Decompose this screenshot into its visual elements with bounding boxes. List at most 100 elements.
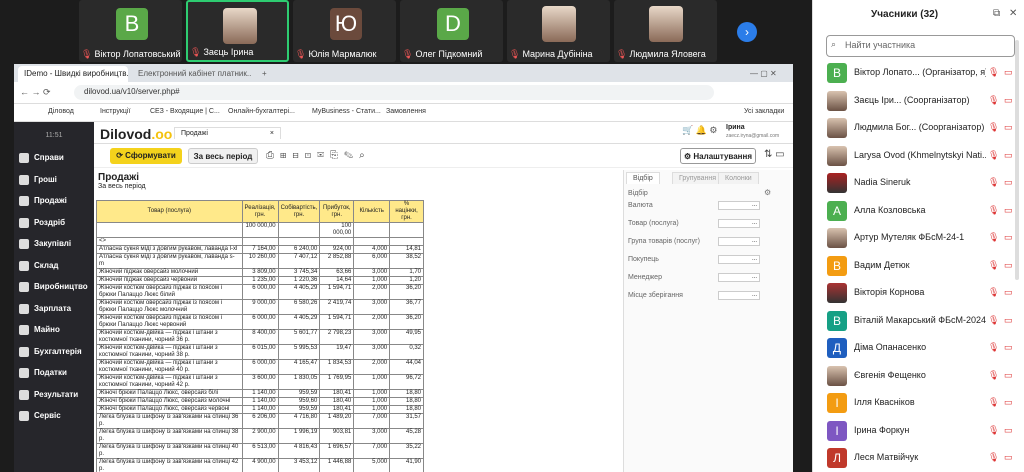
mic-off-icon[interactable]: 🎙: [988, 260, 999, 272]
participants-scrollbar[interactable]: [1015, 40, 1019, 280]
nav-arrows-icon[interactable]: ← → ⟳: [20, 87, 51, 98]
column-header[interactable]: Реалізація, грн.: [241, 200, 279, 223]
panel-tab[interactable]: Колонки: [718, 172, 759, 184]
table-row[interactable]: Жіночі брюки Палаццо Люкс, оверсайз черв…: [96, 405, 424, 414]
popout-icon[interactable]: ⧉: [993, 8, 1000, 19]
video-tile[interactable]: Ю 🎙 Юлія Мармалюк: [293, 0, 396, 62]
camera-off-icon[interactable]: ▭: [1004, 452, 1016, 464]
nav-item[interactable]: Закупівлі: [14, 234, 94, 254]
participant-row[interactable]: В Віталій Макарський ФБсМ-2024 🎙 ▭: [813, 308, 1024, 334]
table-row[interactable]: Атласна сукня міді з довгим рукавом, лав…: [96, 253, 424, 269]
table-row[interactable]: Легка блузка із шифону із зав'язками на …: [96, 443, 424, 459]
table-row[interactable]: Легка блузка із шифону із зав'язками на …: [96, 428, 424, 444]
nav-item[interactable]: Склад: [14, 256, 94, 276]
filter-input[interactable]: ...: [718, 255, 760, 264]
nav-item[interactable]: Майно: [14, 320, 94, 340]
mic-off-icon[interactable]: 🎙: [988, 370, 999, 382]
participant-row[interactable]: В Віктор Лопато... (Організатор, я) 🎙 ▭: [813, 60, 1024, 86]
nav-item[interactable]: Бухгалтерія: [14, 342, 94, 362]
mic-off-icon[interactable]: 🎙: [988, 397, 999, 409]
camera-off-icon[interactable]: ▭: [1004, 370, 1016, 382]
panel-tab[interactable]: Групування: [672, 172, 724, 184]
participant-row[interactable]: Л Леся Матвійчук 🎙 ▭: [813, 445, 1024, 471]
participant-row[interactable]: Вікторія Корнова 🎙 ▭: [813, 280, 1024, 306]
video-tile[interactable]: 🎙 Заєць Ірина: [186, 0, 289, 62]
filter-input[interactable]: ...: [718, 201, 760, 210]
mic-off-icon[interactable]: 🎙: [988, 67, 999, 79]
mic-off-icon[interactable]: 🎙: [988, 315, 999, 327]
nav-item[interactable]: Податки: [14, 363, 94, 383]
bookmark[interactable]: Усі закладки: [744, 108, 784, 115]
participant-row[interactable]: І Ірина Форкун 🎙 ▭: [813, 418, 1024, 444]
participant-row[interactable]: Людмила Бог... (Соорганізатор) 🎙 ▭: [813, 115, 1024, 141]
participant-search-input[interactable]: Найти участника: [826, 35, 1015, 57]
filter-input[interactable]: ...: [718, 273, 760, 282]
settings-button[interactable]: ⚙ Налаштування: [680, 148, 756, 164]
column-header[interactable]: % націнки, грн.: [389, 200, 424, 223]
participant-row[interactable]: В Вадим Детюк 🎙 ▭: [813, 253, 1024, 279]
new-tab-button[interactable]: +: [256, 66, 270, 82]
gear-icon[interactable]: ⚙: [764, 188, 771, 197]
period-button[interactable]: За весь період: [188, 148, 258, 164]
table-row[interactable]: Жіночий костюм-двійка — піджак і штани з…: [96, 329, 424, 345]
filter-input[interactable]: ...: [718, 291, 760, 300]
participant-row[interactable]: А Алла Козловська 🎙 ▭: [813, 198, 1024, 224]
next-page-button[interactable]: ›: [737, 22, 757, 42]
table-row[interactable]: Жіночий костюм-двійка — піджак і штани з…: [96, 359, 424, 375]
video-tile[interactable]: D 🎙 Олег Підкомний: [400, 0, 503, 62]
table-row[interactable]: Жіночий піджак оверсайз червоний 1 235,00…: [96, 276, 424, 285]
bookmark[interactable]: Діловод: [48, 108, 74, 115]
mic-off-icon[interactable]: 🎙: [988, 232, 999, 244]
bookmark[interactable]: Інструкції: [100, 108, 130, 115]
panel-tab[interactable]: Відбір: [626, 172, 660, 184]
table-row[interactable]: Жіночі брюки Палаццо Люкс, оверсайз білі…: [96, 389, 424, 398]
filter-icons[interactable]: ⇅ ▭: [764, 149, 785, 160]
table-row[interactable]: Жіночий костюм оверсайз піджак із поясом…: [96, 314, 424, 330]
table-row[interactable]: Атласна сукня міді з довгим рукавом, лав…: [96, 245, 424, 254]
header-icons[interactable]: 🛒 🔔 ⚙: [682, 125, 717, 136]
column-header[interactable]: Прибуток, грн.: [319, 200, 355, 223]
nav-item[interactable]: Роздріб: [14, 213, 94, 233]
nav-item[interactable]: Результати: [14, 385, 94, 405]
table-row[interactable]: Жіночий костюм-двійка — піджак і штани з…: [96, 374, 424, 390]
table-row[interactable]: Жіночий піджак оверсайз молочний 3 809,00…: [96, 268, 424, 277]
column-header[interactable]: Кількість: [353, 200, 391, 223]
nav-item[interactable]: Зарплата: [14, 299, 94, 319]
participant-row[interactable]: Заєць Іри... (Соорганізатор) 🎙 ▭: [813, 88, 1024, 114]
table-row[interactable]: <>: [96, 237, 424, 246]
video-tile[interactable]: 🎙 Людмила Яловега: [614, 0, 717, 62]
mic-off-icon[interactable]: 🎙: [988, 150, 999, 162]
table-row[interactable]: Легка блузка із шифону із зав'язками на …: [96, 458, 424, 472]
mic-off-icon[interactable]: 🎙: [988, 122, 999, 134]
participant-row[interactable]: Артур Мутеляк ФБсМ-24-1 🎙 ▭: [813, 225, 1024, 251]
mic-off-icon[interactable]: 🎙: [988, 287, 999, 299]
table-row[interactable]: Жіночі брюки Палаццо Люкс, оверсайз моло…: [96, 397, 424, 406]
filter-input[interactable]: ...: [718, 237, 760, 246]
window-controls[interactable]: — ▢ ✕: [744, 66, 788, 82]
mic-off-icon[interactable]: 🎙: [988, 425, 999, 437]
table-row[interactable]: Жіночий костюм оверсайз піджак із поясом…: [96, 284, 424, 300]
table-row[interactable]: 100 000,00 100 000,00: [96, 222, 424, 238]
nav-item[interactable]: Виробництво: [14, 277, 94, 297]
video-tile[interactable]: B 🎙 Віктор Лопатовський: [79, 0, 182, 62]
video-tile[interactable]: 🎙 Марина Дубініна: [507, 0, 610, 62]
column-header[interactable]: Собівартість, грн.: [277, 200, 321, 223]
bookmark[interactable]: MyBusiness - Стати...: [312, 108, 381, 115]
bookmark[interactable]: Онлайн-бухгалтері...: [228, 108, 295, 115]
nav-item[interactable]: Продажі: [14, 191, 94, 211]
nav-item[interactable]: Справи: [14, 148, 94, 168]
camera-off-icon[interactable]: ▭: [1004, 425, 1016, 437]
browser-tab-active[interactable]: IDemo - Швидкі виробництв...: [18, 66, 128, 82]
participant-row[interactable]: Євгенія Фещенко 🎙 ▭: [813, 363, 1024, 389]
nav-item[interactable]: Гроші: [14, 170, 94, 190]
table-row[interactable]: Жіночий костюм-двійка — піджак і штани з…: [96, 344, 424, 360]
bookmark[interactable]: Замовлення: [386, 108, 426, 115]
browser-tab[interactable]: Електронний кабінет платник...: [132, 66, 252, 82]
mic-off-icon[interactable]: 🎙: [988, 177, 999, 189]
doc-tab[interactable]: Продажі ×: [174, 127, 281, 139]
mic-off-icon[interactable]: 🎙: [988, 452, 999, 464]
camera-off-icon[interactable]: ▭: [1004, 315, 1016, 327]
table-row[interactable]: Легка блузка із шифону із зав'язками на …: [96, 413, 424, 429]
generate-button[interactable]: ⟳ Сформувати: [110, 148, 182, 164]
mic-off-icon[interactable]: 🎙: [988, 95, 999, 107]
